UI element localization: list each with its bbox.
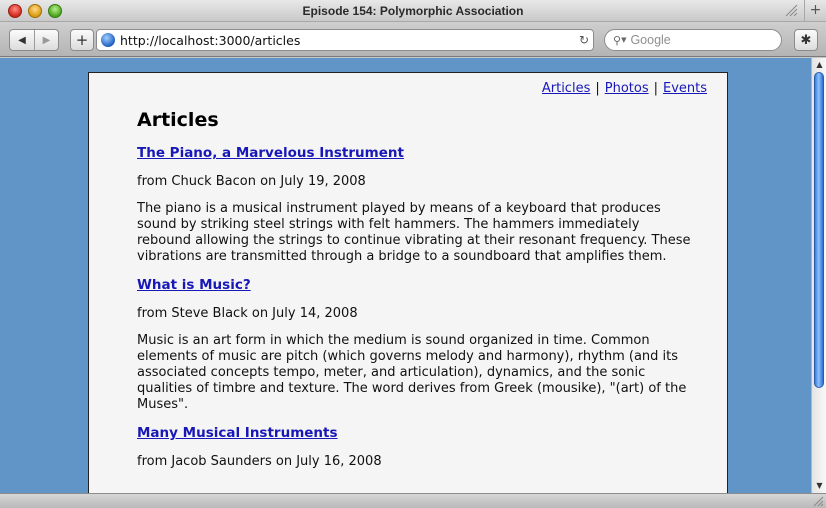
top-nav: Articles | Photos | Events [542, 81, 707, 96]
address-bar[interactable]: http://localhost:3000/articles ↻ [96, 29, 594, 51]
back-button[interactable]: ◀ [10, 30, 34, 50]
title-bar: Episode 154: Polymorphic Association + [0, 0, 826, 22]
search-field[interactable]: ⚲ ▼ [604, 29, 782, 51]
window-title: Episode 154: Polymorphic Association [302, 4, 524, 18]
vertical-scrollbar[interactable]: ▲ ▼ [811, 58, 826, 493]
reload-icon[interactable]: ↻ [575, 33, 593, 47]
nav-separator: | [653, 81, 658, 96]
article-title-link[interactable]: What is Music? [137, 277, 697, 293]
scroll-up-arrow-icon[interactable]: ▲ [812, 58, 826, 72]
resize-grip-icon[interactable] [813, 496, 824, 507]
url-text[interactable]: http://localhost:3000/articles [120, 33, 575, 48]
nav-link-photos[interactable]: Photos [605, 81, 649, 96]
web-viewport: Articles | Photos | Events Articles The Pian… [0, 58, 811, 493]
history-nav: ◀ ▶ [9, 29, 59, 51]
toolbar-toggle-button[interactable]: + [804, 0, 826, 22]
window-resize-icon [785, 4, 798, 17]
scroll-down-arrow-icon[interactable]: ▼ [812, 479, 826, 493]
bug-icon[interactable]: ✱ [794, 29, 818, 51]
search-input[interactable] [630, 33, 771, 47]
nav-link-articles[interactable]: Articles [542, 81, 590, 96]
browser-toolbar: ◀ ▶ + http://localhost:3000/articles ↻ ⚲… [0, 22, 826, 57]
nav-link-events[interactable]: Events [663, 81, 707, 96]
article-byline: from Chuck Bacon on July 19, 2008 [137, 174, 366, 189]
add-bookmark-button[interactable]: + [70, 29, 94, 51]
scroll-thumb[interactable] [814, 72, 824, 388]
forward-button[interactable]: ▶ [33, 30, 58, 50]
article-body: The piano is a musical instrument played… [137, 201, 691, 264]
article-title-link[interactable]: The Piano, a Marvelous Instrument [137, 145, 697, 161]
article-byline: from Jacob Saunders on July 16, 2008 [137, 454, 382, 469]
article-body: Music is an art form in which the medium… [137, 333, 687, 412]
magnifier-icon: ⚲ [613, 33, 622, 47]
articles-list: Articles The Piano, a Marvelous Instrume… [137, 109, 697, 481]
status-bar [0, 493, 826, 508]
article-byline: from Steve Black on July 14, 2008 [137, 306, 358, 321]
page-title: Articles [137, 109, 219, 131]
article-title-link[interactable]: Many Musical Instruments [137, 425, 697, 441]
chevron-down-icon[interactable]: ▼ [621, 36, 626, 44]
globe-icon [101, 33, 115, 47]
nav-separator: | [595, 81, 600, 96]
page-container: Articles | Photos | Events Articles The Pian… [88, 72, 728, 493]
